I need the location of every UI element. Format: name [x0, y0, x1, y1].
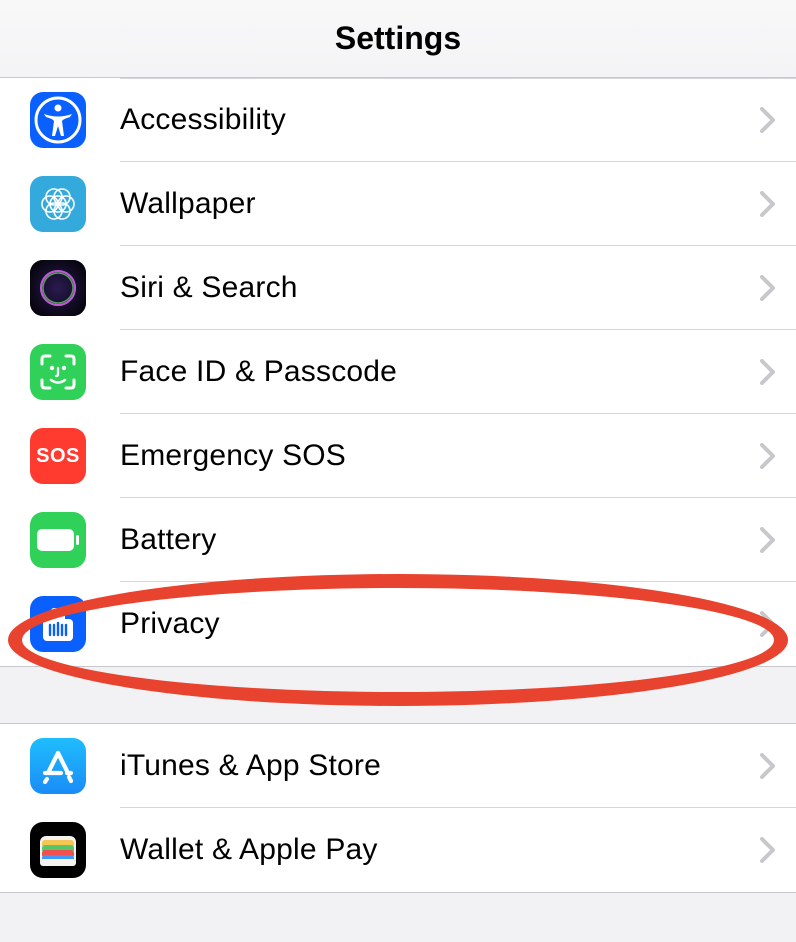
settings-row-wallet[interactable]: Wallet & Apple Pay: [0, 808, 796, 892]
row-label: Privacy: [120, 607, 760, 641]
sos-icon: SOS: [30, 428, 86, 484]
row-label: iTunes & App Store: [120, 749, 760, 783]
navbar: Settings: [0, 0, 796, 78]
row-label: Battery: [120, 523, 760, 557]
row-label: Siri & Search: [120, 271, 760, 305]
chevron-right-icon: [760, 611, 776, 637]
settings-row-siri[interactable]: Siri & Search: [0, 246, 796, 330]
chevron-right-icon: [760, 359, 776, 385]
chevron-right-icon: [760, 837, 776, 863]
settings-row-accessibility[interactable]: Accessibility: [0, 78, 796, 162]
settings-row-faceid[interactable]: Face ID & Passcode: [0, 330, 796, 414]
settings-group-1: Accessibility Wallpaper: [0, 78, 796, 667]
settings-row-wallpaper[interactable]: Wallpaper: [0, 162, 796, 246]
battery-icon: [30, 512, 86, 568]
chevron-right-icon: [760, 191, 776, 217]
settings-row-privacy[interactable]: Privacy: [0, 582, 796, 666]
row-label: Face ID & Passcode: [120, 355, 760, 389]
settings-row-appstore[interactable]: iTunes & App Store: [0, 724, 796, 808]
appstore-icon: [30, 738, 86, 794]
faceid-icon: [30, 344, 86, 400]
chevron-right-icon: [760, 275, 776, 301]
settings-group-2: iTunes & App Store Wallet & Apple Pay: [0, 723, 796, 893]
chevron-right-icon: [760, 107, 776, 133]
chevron-right-icon: [760, 443, 776, 469]
settings-row-battery[interactable]: Battery: [0, 498, 796, 582]
siri-icon: [30, 260, 86, 316]
accessibility-icon: [30, 92, 86, 148]
row-label: Emergency SOS: [120, 439, 760, 473]
chevron-right-icon: [760, 753, 776, 779]
privacy-icon: [30, 596, 86, 652]
wallet-icon: [30, 822, 86, 878]
chevron-right-icon: [760, 527, 776, 553]
settings-row-sos[interactable]: SOS Emergency SOS: [0, 414, 796, 498]
row-label: Wallet & Apple Pay: [120, 833, 760, 867]
row-label: Accessibility: [120, 103, 760, 137]
page-title: Settings: [335, 20, 461, 57]
row-label: Wallpaper: [120, 187, 760, 221]
wallpaper-icon: [30, 176, 86, 232]
